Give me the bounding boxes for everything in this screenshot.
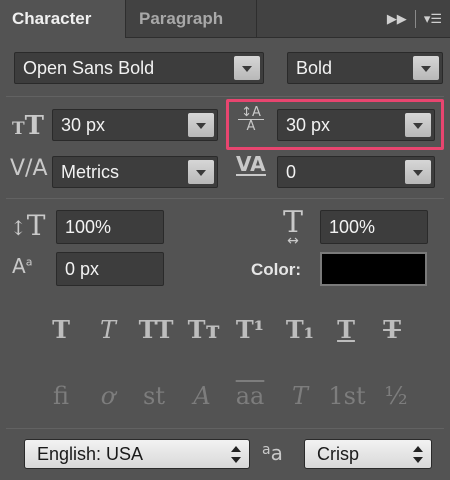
font-family-value: Open Sans Bold: [23, 58, 155, 78]
vertical-scale-field[interactable]: 100%: [56, 210, 164, 244]
chevron-down-icon: [188, 160, 214, 184]
ordinals-icon: 1st: [328, 382, 366, 410]
horizontal-scale-value: 100%: [329, 217, 376, 237]
underline-button[interactable]: T: [328, 312, 364, 348]
tracking-value: 0: [286, 162, 297, 182]
chevron-down-icon: [188, 113, 214, 137]
leading-value: 30 px: [286, 115, 331, 135]
collapse-panel-icon[interactable]: ▶▶: [387, 11, 407, 27]
faux-bold-icon: T: [52, 315, 70, 344]
titling-alternates-icon: T: [291, 382, 308, 410]
small-caps-button[interactable]: Tт: [184, 312, 224, 348]
ordinals-button[interactable]: 1st: [326, 378, 368, 414]
vertical-scale-value: 100%: [65, 217, 112, 237]
faux-bold-button[interactable]: T: [43, 312, 79, 348]
updown-arrows-icon: [413, 446, 423, 464]
all-caps-button[interactable]: TT: [136, 312, 176, 348]
font-style-dropdown[interactable]: Bold: [287, 52, 443, 84]
standard-ligatures-icon: fi: [52, 382, 69, 410]
underline-icon: T: [337, 315, 355, 344]
font-size-icon: TT: [12, 111, 45, 141]
antialias-dropdown[interactable]: Crisp: [304, 439, 432, 469]
discretionary-ligatures-icon: st: [143, 382, 165, 410]
all-caps-icon: TT: [138, 315, 174, 344]
strikethrough-icon: T: [383, 315, 401, 344]
font-family-dropdown[interactable]: Open Sans Bold: [14, 52, 264, 84]
swash-button[interactable]: A: [184, 378, 220, 414]
stylistic-alternates-button[interactable]: aa: [230, 378, 270, 414]
kerning-dropdown[interactable]: Metrics: [52, 156, 218, 188]
strikethrough-button[interactable]: T: [374, 312, 410, 348]
chevron-down-icon: [405, 160, 431, 184]
leading-dropdown[interactable]: 30 px: [277, 109, 435, 141]
tracking-dropdown[interactable]: 0: [277, 156, 435, 188]
fractions-icon: ½: [384, 382, 408, 410]
vertical-scale-icon: ↕T: [10, 209, 46, 242]
tab-character[interactable]: Character: [0, 0, 126, 38]
stylistic-alternates-icon: aa: [235, 382, 265, 410]
superscript-icon: T¹: [235, 315, 265, 344]
contextual-alternates-button[interactable]: ơ: [90, 378, 126, 414]
kerning-value: Metrics: [61, 162, 119, 182]
swash-icon: A: [193, 382, 211, 410]
faux-italic-icon: T: [99, 316, 116, 344]
panel-menu-icon[interactable]: ▾☰: [424, 11, 442, 27]
titling-alternates-button[interactable]: T: [282, 378, 318, 414]
divider: [414, 10, 416, 28]
antialias-icon: aa: [262, 441, 283, 465]
color-label: Color:: [251, 260, 302, 279]
discretionary-ligatures-button[interactable]: st: [136, 378, 172, 414]
baseline-shift-field[interactable]: 0 px: [56, 252, 164, 286]
superscript-button[interactable]: T¹: [232, 312, 268, 348]
small-caps-icon: Tт: [187, 315, 221, 344]
baseline-shift-value: 0 px: [65, 259, 100, 279]
chevron-down-icon: [413, 56, 439, 80]
language-value: English: USA: [37, 444, 144, 464]
updown-arrows-icon: [231, 446, 241, 464]
horizontal-scale-field[interactable]: 100%: [320, 210, 428, 244]
font-style-value: Bold: [296, 58, 333, 78]
panel-tab-bar: Character Paragraph ▶▶ ▾☰: [0, 0, 450, 38]
font-size-value: 30 px: [61, 115, 106, 135]
chevron-down-icon: [234, 56, 260, 80]
color-swatch[interactable]: [320, 252, 427, 286]
contextual-alternates-icon: ơ: [100, 382, 116, 410]
divider: [6, 96, 444, 97]
subscript-icon: T₁: [285, 315, 315, 344]
language-dropdown[interactable]: English: USA: [24, 439, 250, 469]
chevron-down-icon: [405, 113, 431, 137]
leading-icon: ↕A A: [238, 106, 264, 133]
font-size-dropdown[interactable]: 30 px: [52, 109, 218, 141]
tracking-icon: VA: [236, 152, 266, 176]
baseline-shift-icon: Aa: [12, 254, 33, 278]
panel-controls: ▶▶ ▾☰: [387, 0, 442, 38]
standard-ligatures-button[interactable]: fi: [43, 378, 79, 414]
divider: [6, 198, 444, 199]
fractions-button[interactable]: ½: [378, 378, 414, 414]
subscript-button[interactable]: T₁: [282, 312, 318, 348]
horizontal-scale-icon: T ↔: [282, 205, 303, 249]
divider: [6, 428, 444, 429]
kerning-icon: V/A: [10, 156, 48, 181]
tab-paragraph[interactable]: Paragraph: [127, 0, 257, 38]
antialias-value: Crisp: [317, 444, 360, 464]
faux-italic-button[interactable]: T: [90, 312, 126, 348]
